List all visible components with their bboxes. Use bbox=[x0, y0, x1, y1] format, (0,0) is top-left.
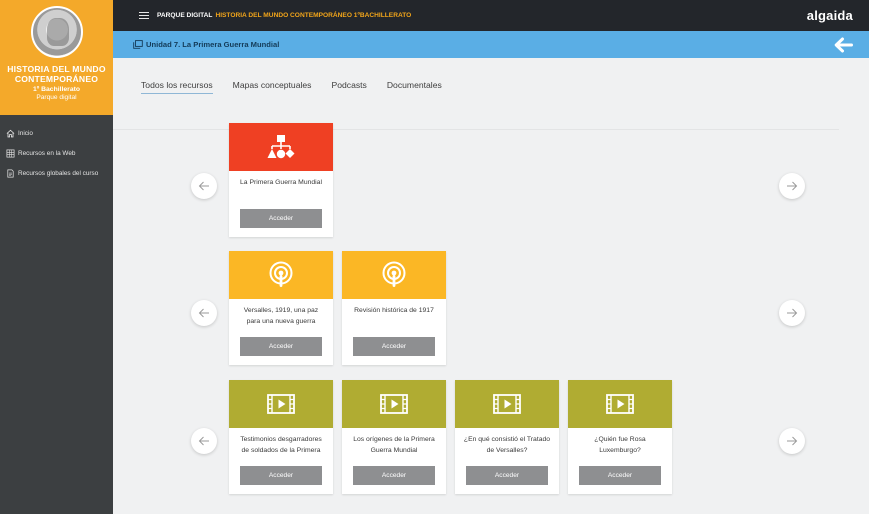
resource-tabs: Todos los recursos Mapas conceptuales Po… bbox=[141, 80, 462, 94]
carousel-next-button[interactable] bbox=[779, 300, 805, 326]
carousel-next-button[interactable] bbox=[779, 173, 805, 199]
acceder-button[interactable]: Acceder bbox=[240, 337, 322, 356]
row-mapas-conceptuales: La Primera Guerra Mundial Acceder bbox=[113, 123, 869, 237]
card-header bbox=[229, 123, 333, 171]
sidebar-item-label: Recursos globales del curso bbox=[18, 169, 99, 177]
acceder-button[interactable]: Acceder bbox=[579, 466, 661, 485]
card-header bbox=[342, 251, 446, 299]
sidebar-nav: Inicio Recursos en la Web Recursos globa… bbox=[0, 115, 113, 183]
sidebar-item-inicio[interactable]: Inicio bbox=[0, 123, 113, 143]
podcast-icon bbox=[382, 261, 406, 287]
course-cover-image bbox=[30, 6, 83, 58]
card-header bbox=[342, 380, 446, 428]
card-title: Testimonios desgarradores de soldados de… bbox=[240, 436, 322, 454]
arrow-right-icon bbox=[787, 436, 798, 446]
carousel-prev-button[interactable] bbox=[191, 173, 217, 199]
card-header bbox=[229, 251, 333, 299]
sidebar-item-label: Recursos en la Web bbox=[18, 149, 76, 157]
home-icon bbox=[6, 129, 15, 137]
card-title: ¿En qué consistió el Tratado de Versalle… bbox=[463, 436, 551, 454]
sidebar-item-recursos-globales[interactable]: Recursos globales del curso bbox=[0, 163, 113, 183]
card-header bbox=[229, 380, 333, 428]
main-content: Todos los recursos Mapas conceptuales Po… bbox=[113, 58, 869, 514]
resource-card[interactable]: ¿En qué consistió el Tratado de Versalle… bbox=[455, 380, 559, 494]
resource-card[interactable]: La Primera Guerra Mundial Acceder bbox=[229, 123, 333, 237]
carousel-prev-button[interactable] bbox=[191, 300, 217, 326]
tab-todos[interactable]: Todos los recursos bbox=[141, 80, 213, 94]
carousel-next-button[interactable] bbox=[779, 428, 805, 454]
brand-title: HISTORIA DEL MUNDO CONTEMPORÁNEO bbox=[7, 64, 106, 84]
card-title: ¿Quién fue Rosa Luxemburgo? bbox=[594, 436, 646, 454]
arrow-left-icon bbox=[198, 308, 209, 318]
carousel-prev-button[interactable] bbox=[191, 428, 217, 454]
resource-card[interactable]: Versalles, 1919, una paz para una nueva … bbox=[229, 251, 333, 365]
arrow-left-icon bbox=[198, 181, 209, 191]
card-title: Versalles, 1919, una paz para una nueva … bbox=[243, 307, 319, 325]
document-icon bbox=[7, 169, 14, 177]
unit-title: Unidad 7. La Primera Guerra Mundial bbox=[146, 40, 280, 49]
sidebar: HISTORIA DEL MUNDO CONTEMPORÁNEO 1º Bach… bbox=[0, 0, 113, 514]
acceder-button[interactable]: Acceder bbox=[466, 466, 548, 485]
copy-icon bbox=[133, 40, 143, 49]
concept-map-icon bbox=[267, 135, 295, 159]
acceder-button[interactable]: Acceder bbox=[240, 466, 322, 485]
arrow-right-icon bbox=[787, 308, 798, 318]
tab-documentales[interactable]: Documentales bbox=[387, 80, 442, 94]
arrow-left-icon bbox=[198, 436, 209, 446]
card-title: La Primera Guerra Mundial bbox=[240, 179, 322, 186]
brand-course: 1º Bachillerato bbox=[32, 86, 81, 93]
sidebar-item-label: Inicio bbox=[18, 129, 33, 137]
top-title: PARQUE DIGITAL HISTORIA DEL MUNDO CONTEMP… bbox=[157, 12, 411, 19]
video-icon bbox=[493, 394, 521, 414]
arrow-right-icon bbox=[787, 181, 798, 191]
resource-card[interactable]: Los orígenes de la Primera Guerra Mundia… bbox=[342, 380, 446, 494]
card-title: Los orígenes de la Primera Guerra Mundia… bbox=[353, 436, 435, 454]
video-icon bbox=[606, 394, 634, 414]
brand-subtitle: Parque digital bbox=[36, 94, 77, 101]
row-podcasts: Versalles, 1919, una paz para una nueva … bbox=[113, 251, 869, 365]
top-bar: PARQUE DIGITAL HISTORIA DEL MUNDO CONTEMP… bbox=[113, 0, 869, 31]
acceder-button[interactable]: Acceder bbox=[240, 209, 322, 228]
top-title-highlight: HISTORIA DEL MUNDO CONTEMPORÁNEO 1ºBACHI… bbox=[215, 12, 412, 19]
video-icon bbox=[380, 394, 408, 414]
resource-card[interactable]: Revisión histórica de 1917 Acceder bbox=[342, 251, 446, 365]
podcast-icon bbox=[269, 261, 293, 287]
unit-bar: Unidad 7. La Primera Guerra Mundial bbox=[113, 31, 869, 58]
card-title: Revisión histórica de 1917 bbox=[354, 307, 434, 314]
back-arrow-icon[interactable] bbox=[833, 37, 853, 53]
acceder-button[interactable]: Acceder bbox=[353, 466, 435, 485]
acceder-button[interactable]: Acceder bbox=[353, 337, 435, 356]
tab-mapas[interactable]: Mapas conceptuales bbox=[233, 80, 312, 94]
tab-podcasts[interactable]: Podcasts bbox=[331, 80, 366, 94]
resource-card[interactable]: Testimonios desgarradores de soldados de… bbox=[229, 380, 333, 494]
publisher-logo[interactable]: algaida bbox=[807, 8, 853, 23]
brand-block[interactable]: HISTORIA DEL MUNDO CONTEMPORÁNEO 1º Bach… bbox=[0, 0, 113, 115]
sidebar-item-recursos-web[interactable]: Recursos en la Web bbox=[0, 143, 113, 163]
resource-card[interactable]: ¿Quién fue Rosa Luxemburgo? Acceder bbox=[568, 380, 672, 494]
grid-icon bbox=[6, 149, 15, 157]
card-header bbox=[568, 380, 672, 428]
video-icon bbox=[267, 394, 295, 414]
row-documentales: Testimonios desgarradores de soldados de… bbox=[113, 380, 869, 494]
card-header bbox=[455, 380, 559, 428]
hamburger-menu-icon[interactable] bbox=[139, 11, 149, 20]
top-title-prefix: PARQUE DIGITAL bbox=[157, 12, 213, 19]
